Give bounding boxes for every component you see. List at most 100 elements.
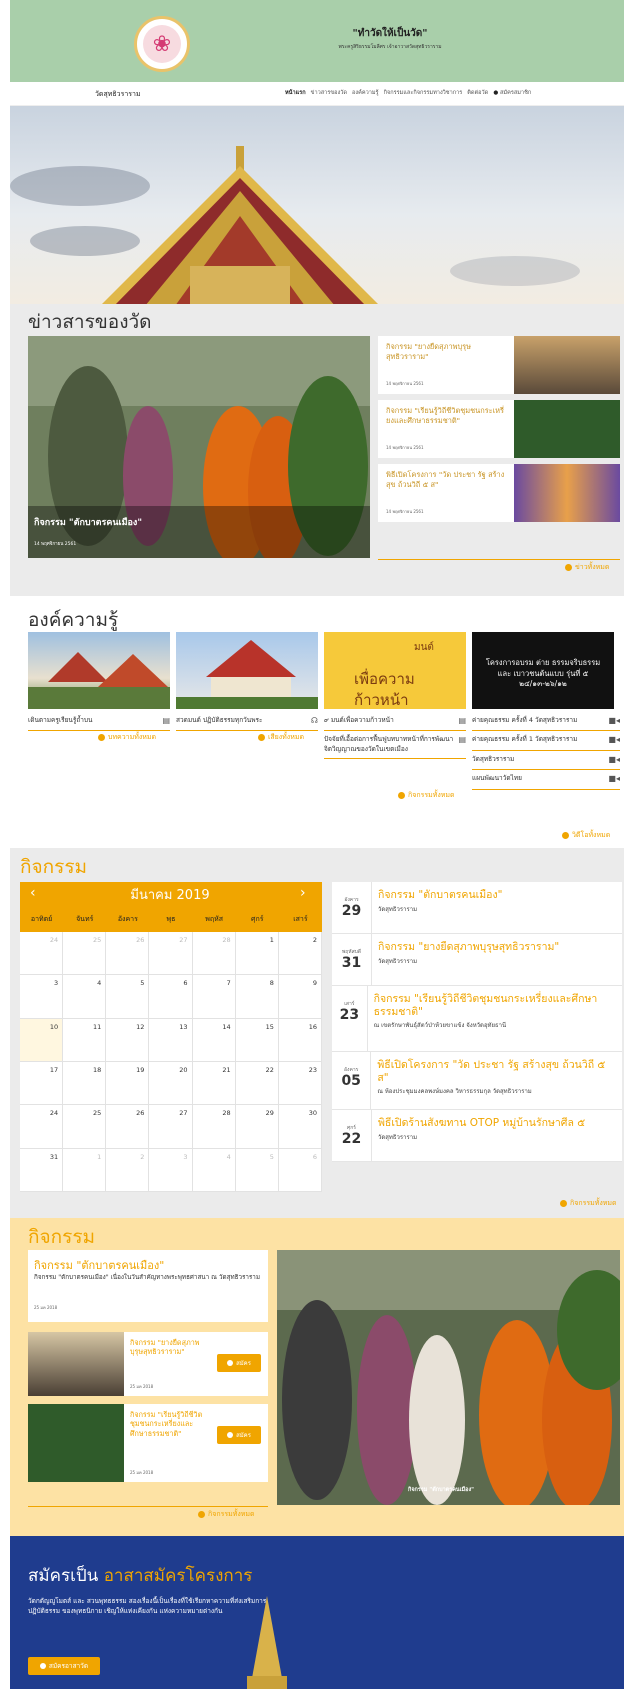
calendar-day[interactable]: 25 [63, 932, 107, 976]
calendar-day[interactable]: 6 [278, 1148, 322, 1192]
calendar-day[interactable]: 6 [149, 975, 193, 1019]
calendar-day[interactable]: 27 [149, 932, 193, 976]
calendar-day[interactable]: 17 [20, 1061, 64, 1106]
calendar-day[interactable]: 9 [278, 975, 322, 1019]
event-title[interactable]: กิจกรรม "ตักบาตรคนเมือง" [378, 889, 502, 902]
calendar-day[interactable]: 3 [149, 1148, 193, 1192]
featured-activity-card[interactable]: กิจกรรม "ตักบาตรคนเมือง" กิจกรรม "ตักบาต… [28, 1250, 268, 1322]
nav-link-home[interactable]: หน้าแรก [285, 89, 306, 97]
list-item[interactable]: ๙ มนต์เพื่อความก้าวหน้า ▤ [324, 712, 466, 732]
calendar-day[interactable]: 8 [235, 975, 279, 1019]
calendar-day[interactable]: 2 [278, 932, 322, 976]
list-item[interactable]: วัดสุทธิวราราม ■◂ [472, 751, 620, 771]
calendar-day[interactable]: 18 [63, 1061, 107, 1106]
calendar-day[interactable]: 24 [20, 1105, 64, 1149]
calendar-day[interactable]: 26 [106, 1105, 150, 1149]
calendar-day[interactable]: 14 [192, 1018, 236, 1062]
calendar-day[interactable]: 30 [278, 1105, 322, 1149]
calendar-day[interactable]: 5 [235, 1148, 279, 1192]
calendar-day[interactable]: 16 [278, 1018, 322, 1062]
news-item-title[interactable]: กิจกรรม "เรียนรู้วิถีชีวิตชุมชนกระเหรี่ย… [386, 406, 506, 425]
calendar-day[interactable]: 4 [63, 975, 107, 1019]
register-button[interactable]: สมัคร [217, 1426, 261, 1444]
calendar-day[interactable]: 20 [149, 1061, 193, 1106]
list-item[interactable]: เดินตามครูเรียนรู้ถ้ำบน ▤ [28, 712, 170, 732]
calendar-day[interactable]: 12 [106, 1018, 150, 1062]
activity-thumbnail[interactable] [28, 1332, 124, 1396]
register-button[interactable]: สมัคร [217, 1354, 261, 1372]
activity-title[interactable]: กิจกรรม "ยางยืดสุภาพบุรุษสุทธิวราราม" [130, 1338, 210, 1357]
nav-link-register[interactable]: ● สมัครสมาชิก [493, 89, 531, 97]
calendar-day[interactable]: 19 [106, 1061, 150, 1106]
chevron-right-icon[interactable]: › [300, 885, 306, 901]
event-title[interactable]: กิจกรรม "ยางยืดสุภาพบุรุษสุทธิวราราม" [378, 941, 559, 954]
activity-thumbnail[interactable] [28, 1404, 124, 1482]
all-videos-link[interactable]: วิดีโอทั้งหมด [562, 830, 610, 841]
calendar-day[interactable]: 5 [106, 975, 150, 1019]
list-item[interactable]: สวดมนต์ ปฏิบัติธรรมทุกวันพระ ☊ [176, 712, 318, 732]
calendar-day[interactable]: 25 [63, 1105, 107, 1149]
activity-card[interactable]: กิจกรรม "เรียนรู้วิถีชีวิตชุมชนกระเหรี่ย… [28, 1404, 268, 1482]
event-title[interactable]: พิธีเปิดร้านสังฆทาน OTOP หมู่บ้านรักษาศี… [378, 1117, 585, 1130]
calendar-day[interactable]: 26 [106, 932, 150, 976]
nav-link-knowledge[interactable]: องค์ความรู้ [352, 89, 379, 97]
calendar-day[interactable]: 1 [63, 1148, 107, 1192]
news-item-title[interactable]: พิธีเปิดโครงการ "วัด ประชา รัฐ สร้างสุข … [386, 470, 506, 489]
event-item[interactable]: เสาร์ 23 กิจกรรม "เรียนรู้วิถีชีวิตชุมชนกร… [332, 986, 622, 1052]
news-item-thumbnail[interactable] [514, 464, 620, 522]
calendar-day[interactable]: 15 [235, 1018, 279, 1062]
calendar-day[interactable]: 2 [106, 1148, 150, 1192]
all-articles-link[interactable]: บทความทั้งหมด [98, 732, 156, 743]
calendar-day[interactable]: 28 [192, 1105, 236, 1149]
calendar-day[interactable]: 7 [192, 975, 236, 1019]
calendar-day[interactable]: 28 [192, 932, 236, 976]
knowledge-audio-image[interactable] [176, 632, 318, 709]
chevron-left-icon[interactable]: ‹ [30, 885, 36, 901]
knowledge-article-image[interactable] [28, 632, 170, 709]
calendar-day[interactable]: 29 [235, 1105, 279, 1149]
calendar-day[interactable]: 3 [20, 975, 64, 1019]
knowledge-activity-image[interactable]: มนต์ เพื่อความ ก้าวหน้า [324, 632, 466, 709]
calendar-day[interactable]: 22 [235, 1061, 279, 1106]
volunteer-register-button[interactable]: สมัครอาสาวัด [28, 1657, 100, 1675]
event-item[interactable]: อังคาร 29 กิจกรรม "ตักบาตรคนเมือง" วัดสุทธิ… [332, 882, 622, 934]
calendar-day[interactable]: 4 [192, 1148, 236, 1192]
calendar-day[interactable]: 1 [235, 932, 279, 976]
news-main-caption[interactable]: กิจกรรม "ตักบาตรคนเมือง" [34, 515, 142, 529]
event-title[interactable]: กิจกรรม "เรียนรู้วิถีชีวิตชุมชนกระเหรี่ย… [374, 993, 616, 1018]
activity-title[interactable]: กิจกรรม "เรียนรู้วิถีชีวิตชุมชนกระเหรี่ย… [130, 1410, 210, 1438]
activity-featured-photo[interactable] [277, 1250, 620, 1505]
event-item[interactable]: อังคาร 05 พิธีเปิดโครงการ "วัด ประชา รัฐ ส… [332, 1052, 622, 1110]
news-item[interactable]: พิธีเปิดโครงการ "วัด ประชา รัฐ สร้างสุข … [378, 464, 620, 522]
calendar-day[interactable]: 10 [20, 1018, 64, 1062]
activity-title[interactable]: กิจกรรม "ตักบาตรคนเมือง" [34, 1256, 164, 1274]
list-item[interactable]: ค่ายคุณธรรม ครั้งที่ 4 วัดสุทธิวราราม ■◂ [472, 712, 620, 732]
all-news-link[interactable]: ข่าวทั้งหมด [565, 562, 609, 573]
calendar-day[interactable]: 13 [149, 1018, 193, 1062]
list-item[interactable]: ปัจจัยที่เอื้อต่อการฟื้นฟูบทบาทหน้าที่กา… [324, 731, 466, 759]
list-item[interactable]: แผนพัฒนาวัดไทย ■◂ [472, 770, 620, 790]
activity-card[interactable]: กิจกรรม "ยางยืดสุภาพบุรุษสุทธิวราราม" 25… [28, 1332, 268, 1396]
site-name-link[interactable]: วัดสุทธิวราราม [95, 89, 141, 100]
calendar-day[interactable]: 23 [278, 1061, 322, 1106]
all-audio-link[interactable]: เสียงทั้งหมด [258, 732, 304, 743]
calendar-day[interactable]: 11 [63, 1018, 107, 1062]
news-item[interactable]: กิจกรรม "ยางยืดสุภาพบุรุษสุทธิวราราม" 14… [378, 336, 620, 394]
event-item[interactable]: ศุกร์ 22 พิธีเปิดร้านสังฆทาน OTOP หมู่บ้าน… [332, 1110, 622, 1162]
news-item-thumbnail[interactable] [514, 400, 620, 458]
all-activities-link[interactable]: กิจกรรมทั้งหมด [398, 790, 455, 801]
news-item-thumbnail[interactable] [514, 336, 620, 394]
knowledge-video-image[interactable]: โครงการอบรม ต่าย ธรรมจริบธรรม และ เบาวชน… [472, 632, 614, 709]
news-item[interactable]: กิจกรรม "เรียนรู้วิถีชีวิตชุมชนกระเหรี่ย… [378, 400, 620, 458]
calendar-day[interactable]: 24 [20, 932, 64, 976]
list-item[interactable]: ค่ายคุณธรรม ครั้งที่ 1 วัดสุทธิวราราม ■◂ [472, 731, 620, 751]
calendar-day[interactable]: 27 [149, 1105, 193, 1149]
event-item[interactable]: พฤหัสบดี 31 กิจกรรม "ยางยืดสุภาพบุรุษสุทธิ… [332, 934, 622, 986]
nav-link-news[interactable]: ข่าวสารของวัด [311, 89, 347, 97]
news-item-title[interactable]: กิจกรรม "ยางยืดสุภาพบุรุษสุทธิวราราม" [386, 342, 506, 361]
calendar-day[interactable]: 31 [20, 1148, 64, 1192]
nav-link-activities[interactable]: กิจกรรมและกิจกรรมทางวิชาการ [384, 89, 463, 97]
calendar-day[interactable]: 21 [192, 1061, 236, 1106]
nav-link-contact[interactable]: ติดต่อวัด [467, 89, 488, 97]
event-title[interactable]: พิธีเปิดโครงการ "วัด ประชา รัฐ สร้างสุข … [377, 1059, 616, 1084]
